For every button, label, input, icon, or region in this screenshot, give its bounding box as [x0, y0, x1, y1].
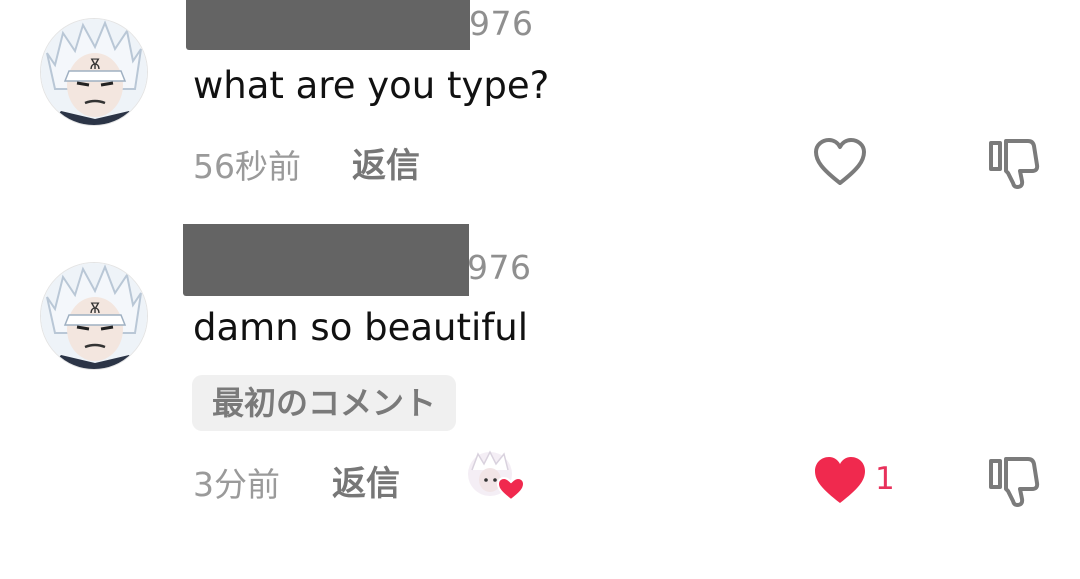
like-button[interactable] — [812, 136, 868, 188]
heart-filled-icon — [815, 457, 865, 503]
dislike-button[interactable] — [986, 454, 1042, 510]
svg-text:Ѫ: Ѫ — [89, 57, 100, 73]
username-suffix: 976 — [469, 4, 534, 43]
heart-filled-icon — [496, 476, 526, 502]
username-suffix: 976 — [467, 248, 532, 287]
comment-timestamp: 3分前 — [193, 465, 280, 504]
like-button[interactable] — [812, 454, 868, 506]
username-redaction — [186, 0, 470, 50]
avatar[interactable]: Ѫ — [40, 18, 148, 126]
comment-item: Ѫ 976 what are you type? 56秒前 返信 — [0, 0, 1080, 210]
comment-timestamp: 56秒前 — [193, 147, 301, 186]
creator-liked-avatar — [468, 450, 526, 502]
like-count: 1 — [875, 461, 895, 497]
comment-text: damn so beautiful — [193, 306, 529, 349]
first-comment-badge: 最初のコメント — [192, 375, 457, 431]
svg-text:Ѫ: Ѫ — [89, 301, 100, 317]
reply-button[interactable]: 返信 — [332, 456, 400, 505]
comment-item: Ѫ 976 damn so beautiful 最初のコメント 3分前 返信 1 — [0, 224, 1080, 554]
reply-button[interactable]: 返信 — [352, 138, 420, 187]
username-redaction — [183, 224, 469, 296]
heart-outline-icon — [814, 138, 866, 185]
creator-liked-indicator — [466, 450, 526, 502]
thumbs-down-icon — [989, 139, 1040, 189]
dislike-button[interactable] — [986, 136, 1042, 192]
avatar[interactable]: Ѫ — [40, 262, 148, 370]
comment-text: what are you type? — [193, 64, 550, 107]
thumbs-down-icon — [989, 457, 1040, 507]
